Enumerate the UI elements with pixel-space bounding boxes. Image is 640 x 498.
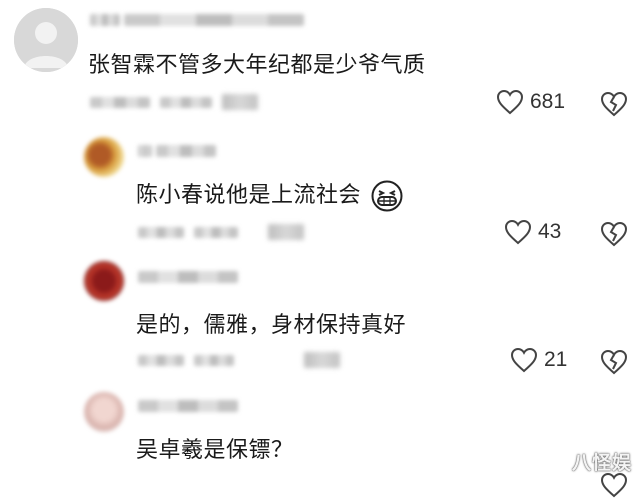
broken-heart-icon[interactable] [600,472,628,498]
comment-meta [90,94,258,110]
reply-button[interactable] [304,352,340,368]
reply-item: 是的，儒雅，身材保持真好 21 [0,255,640,380]
heart-icon [504,219,532,245]
reply-item: 陈小春说他是上流社会 43 [0,125,640,255]
grinning-face-icon [371,180,403,212]
broken-heart-icon[interactable] [600,91,628,117]
comment-username[interactable] [90,12,305,30]
comment-username[interactable] [138,143,217,161]
reply-item: 吴卓羲是保镖？ [0,380,640,498]
default-avatar-icon [14,8,78,72]
avatar[interactable] [84,137,124,177]
like-count: 43 [538,220,562,243]
reply-button[interactable] [268,224,304,240]
reply-button[interactable] [222,94,258,110]
comment-text: 吴卓羲是保镖？ [136,438,294,463]
like-button[interactable]: 681 [496,89,565,115]
heart-icon [496,89,524,115]
comment-text-content: 陈小春说他是上流社会 [136,183,362,208]
broken-heart-icon[interactable] [600,349,628,375]
comment-text: 是的，儒雅，身材保持真好 [136,313,407,338]
comment-text: 张智霖不管多大年纪都是少爷气质 [88,53,426,78]
comment-item: 张智霖不管多大年纪都是少爷气质 681 [0,0,640,125]
comment-meta [138,224,304,240]
comment-username[interactable] [138,398,238,416]
comment-username[interactable] [138,269,238,287]
avatar[interactable] [14,8,78,72]
avatar[interactable] [84,261,124,301]
avatar[interactable] [84,392,124,432]
comment-text: 陈小春说他是上流社会 [136,177,403,212]
like-count: 681 [530,90,566,113]
broken-heart-icon[interactable] [600,221,628,247]
like-count: 21 [544,348,568,371]
like-button[interactable]: 21 [510,347,567,373]
comment-meta [138,352,340,368]
like-button[interactable]: 43 [504,219,561,245]
heart-icon [510,347,538,373]
watermark: 八怪娱 [571,452,632,474]
